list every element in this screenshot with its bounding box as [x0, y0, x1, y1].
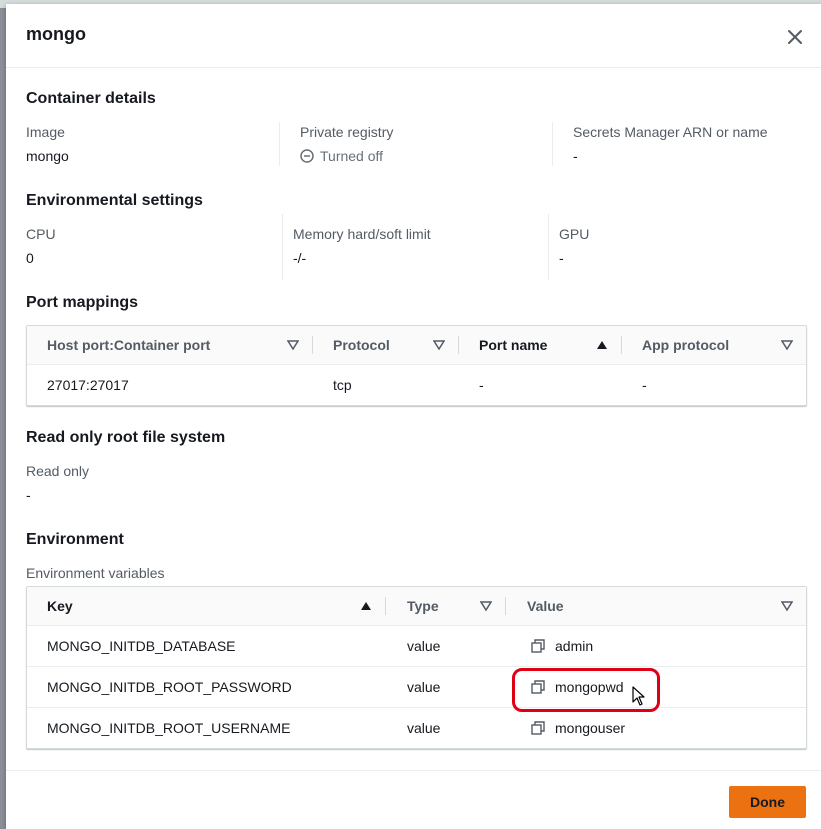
gpu-label: GPU: [559, 226, 590, 242]
close-icon: [788, 30, 802, 44]
port-mappings-title: Port mappings: [26, 294, 139, 311]
copy-button[interactable]: [531, 721, 545, 735]
column-separator: [385, 597, 386, 615]
sort-filter-icon[interactable]: [433, 339, 445, 351]
column-label: Host port:Container port: [47, 337, 211, 353]
table-cell: tcp: [333, 377, 352, 393]
table-row: MONGO_INITDB_ROOT_PASSWORD value mongopw…: [27, 667, 806, 708]
cpu-value: 0: [26, 250, 34, 266]
env-value-cell: mongouser: [531, 708, 625, 748]
column-header-key[interactable]: Key: [47, 587, 367, 625]
sort-filter-icon[interactable]: [781, 600, 793, 612]
container-details-modal: mongo Container details Image mongo Priv…: [6, 4, 821, 829]
modal-header: mongo: [6, 4, 821, 68]
env-value: admin: [555, 638, 594, 654]
environment-subtitle: Environment variables: [26, 565, 165, 581]
done-button[interactable]: Done: [729, 786, 806, 818]
table-row: MONGO_INITDB_ROOT_USERNAME value mongous…: [27, 708, 806, 748]
container-details-title: Container details: [26, 90, 156, 107]
column-header-port-name[interactable]: Port name: [479, 326, 609, 364]
port-mappings-table: Host port:Container port Protocol Port n…: [26, 325, 807, 406]
copy-icon: [531, 639, 545, 653]
column-separator: [505, 597, 506, 615]
sort-ascending-icon[interactable]: [360, 600, 372, 612]
env-type: value: [407, 720, 441, 736]
column-header-type[interactable]: Type: [407, 587, 507, 625]
environment-variables-table: Key Type Value MONGO_INITDB_DATABASE val…: [26, 586, 807, 749]
environment-title: Environment: [26, 531, 124, 548]
column-separator: [312, 336, 313, 354]
env-type: value: [407, 638, 441, 654]
table-header: Key Type Value: [27, 587, 806, 626]
image-label: Image: [26, 124, 65, 140]
modal-title: mongo: [26, 24, 86, 44]
divider: [282, 214, 283, 280]
env-type: value: [407, 679, 441, 695]
memory-value: -/-: [293, 250, 307, 266]
divider: [552, 122, 553, 166]
sort-filter-icon[interactable]: [480, 600, 492, 612]
memory-label: Memory hard/soft limit: [293, 226, 431, 242]
sort-filter-icon[interactable]: [781, 339, 793, 351]
secrets-value: -: [573, 148, 578, 164]
env-value: mongouser: [555, 720, 626, 736]
env-value-cell: admin: [531, 626, 593, 666]
copy-icon: [531, 721, 545, 735]
read-only-title: Read only root file system: [26, 429, 226, 446]
table-cell: -: [642, 377, 647, 393]
column-header-app-protocol[interactable]: App protocol: [642, 326, 782, 364]
cpu-label: CPU: [26, 226, 56, 242]
divider: [279, 122, 280, 166]
env-key: MONGO_INITDB_ROOT_PASSWORD: [47, 679, 292, 695]
private-registry-status: Turned off: [300, 148, 383, 164]
column-header-host-port[interactable]: Host port:Container port: [47, 326, 307, 364]
status-off-icon: [300, 149, 314, 163]
table-header: Host port:Container port Protocol Port n…: [27, 326, 806, 365]
sort-ascending-icon[interactable]: [596, 339, 608, 351]
modal-footer: Done: [6, 770, 821, 829]
env-key: MONGO_INITDB_ROOT_USERNAME: [47, 720, 291, 736]
env-key: MONGO_INITDB_DATABASE: [47, 638, 236, 654]
secrets-label: Secrets Manager ARN or name: [573, 124, 768, 140]
read-only-value: -: [26, 487, 31, 503]
environmental-settings-title: Environmental settings: [26, 192, 203, 209]
column-label: Value: [527, 598, 564, 614]
column-separator: [458, 336, 459, 354]
mouse-cursor-icon: [632, 686, 645, 706]
column-label: Key: [47, 598, 73, 614]
image-value: mongo: [26, 148, 69, 164]
private-registry-value: Turned off: [320, 148, 384, 164]
column-label: Protocol: [333, 337, 390, 353]
column-label: App protocol: [642, 337, 730, 353]
table-cell: 27017:27017: [47, 377, 129, 393]
gpu-value: -: [559, 250, 564, 266]
column-header-value[interactable]: Value: [527, 587, 767, 625]
table-cell: -: [479, 377, 484, 393]
divider: [548, 214, 549, 280]
private-registry-label: Private registry: [300, 124, 394, 140]
copy-button[interactable]: [531, 639, 545, 653]
table-row: MONGO_INITDB_DATABASE value admin: [27, 626, 806, 667]
column-separator: [621, 336, 622, 354]
column-label: Port name: [479, 337, 548, 353]
close-button[interactable]: [784, 26, 806, 48]
read-only-label: Read only: [26, 463, 90, 479]
sort-filter-icon[interactable]: [287, 339, 299, 351]
column-label: Type: [407, 598, 439, 614]
table-row: 27017:27017 tcp - -: [27, 365, 806, 405]
